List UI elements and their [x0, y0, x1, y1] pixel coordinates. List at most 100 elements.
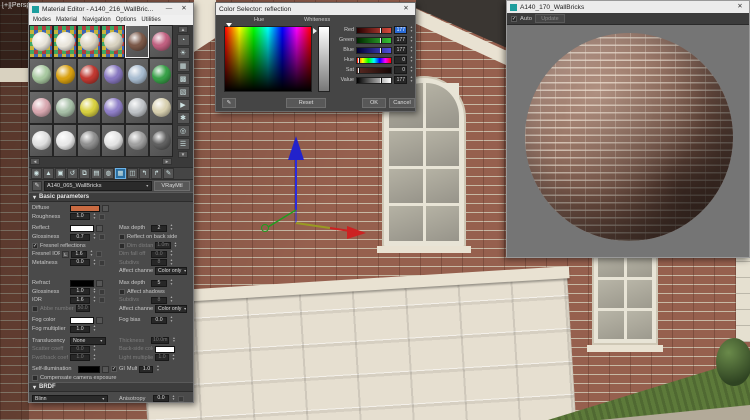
- make-material-copy-icon[interactable]: ⧉: [79, 168, 90, 179]
- dim-distance-field[interactable]: 1.0m: [155, 242, 171, 250]
- material-swatch[interactable]: [29, 91, 53, 124]
- scroll-up-icon[interactable]: ▲: [178, 26, 188, 33]
- fog-color-swatch[interactable]: [70, 316, 94, 324]
- reflect-glossiness-field[interactable]: 0.7: [70, 233, 90, 241]
- menu-options[interactable]: Options: [116, 17, 137, 23]
- scroll-left-icon[interactable]: ◄: [30, 157, 40, 165]
- ior-spinner[interactable]: ▲ ▼: [92, 295, 97, 304]
- hue-saturation-box[interactable]: [224, 26, 312, 92]
- reflect-map-button[interactable]: [96, 224, 103, 232]
- fog-multiplier-field[interactable]: 1.0: [70, 325, 90, 333]
- reflect-glossiness-map-button[interactable]: [99, 234, 105, 241]
- material-swatch[interactable]: [101, 25, 125, 58]
- material-swatch[interactable]: [77, 124, 101, 157]
- color-selector-titlebar[interactable]: Color Selector: reflection ✕: [216, 3, 415, 15]
- mult-field[interactable]: 1.0: [139, 365, 154, 373]
- red-value-field[interactable]: 177: [394, 26, 407, 34]
- abbe-number-field[interactable]: 50.0: [75, 305, 90, 313]
- dim-distance-checkbox[interactable]: [119, 242, 125, 249]
- material-swatch[interactable]: [101, 124, 125, 157]
- diffuse-color-swatch[interactable]: [70, 204, 100, 212]
- scroll-right-icon[interactable]: ►: [162, 157, 172, 165]
- material-name-dropdown[interactable]: A140_065_WallBricks ▼: [44, 181, 152, 191]
- scatter-coeff-spinner[interactable]: ▲ ▼: [92, 344, 97, 353]
- blue-value-field[interactable]: 177: [394, 46, 407, 54]
- ior-field[interactable]: 1.6: [70, 296, 90, 304]
- material-swatch[interactable]: [149, 91, 173, 124]
- video-color-check-icon[interactable]: ▧: [176, 86, 190, 98]
- metalness-field[interactable]: 0.0: [70, 259, 90, 267]
- material-swatch[interactable]: [101, 58, 125, 91]
- self-illumination-swatch[interactable]: [78, 365, 100, 373]
- dim-falloff-field[interactable]: 0.0: [151, 250, 167, 258]
- refract-max-depth-spinner[interactable]: ▲ ▼: [169, 278, 174, 287]
- material-swatch[interactable]: [149, 124, 173, 157]
- select-by-material-icon[interactable]: ◎: [176, 125, 190, 137]
- refract-glossiness-map-button[interactable]: [99, 288, 105, 295]
- put-to-library-icon[interactable]: ▤: [91, 168, 102, 179]
- rollout-brdf[interactable]: ▾ BRDF: [29, 382, 193, 393]
- fog-bias-field[interactable]: 0.0: [151, 316, 167, 324]
- reflect-back-side-checkbox[interactable]: [119, 234, 125, 241]
- metalness-spinner[interactable]: ▲ ▼: [92, 258, 97, 267]
- compensate-exposure-checkbox[interactable]: [32, 374, 38, 381]
- background-icon[interactable]: ▦: [176, 60, 190, 72]
- close-icon[interactable]: ✕: [734, 1, 746, 13]
- material-swatch[interactable]: [77, 91, 101, 124]
- roughness-map-button[interactable]: [99, 213, 105, 220]
- go-forward-to-sibling-icon[interactable]: ↱: [151, 168, 162, 179]
- abbe-number-checkbox[interactable]: [32, 305, 38, 312]
- close-button[interactable]: ✕: [178, 3, 190, 15]
- material-editor-titlebar[interactable]: Material Editor - A140_216_WallBric... —…: [29, 3, 193, 15]
- sample-type-icon[interactable]: ◔: [176, 34, 190, 46]
- blue-slider[interactable]: [356, 46, 392, 54]
- eyedropper-button[interactable]: ✎: [222, 98, 236, 108]
- sat-value-field[interactable]: 0: [394, 66, 407, 74]
- material-swatch[interactable]: [101, 91, 125, 124]
- refract-color-swatch[interactable]: [70, 279, 94, 287]
- thickness-spinner[interactable]: ▲ ▼: [171, 336, 176, 345]
- auto-update-checkbox[interactable]: ✓: [511, 15, 517, 22]
- move-gizmo[interactable]: [250, 128, 380, 243]
- brdf-type-dropdown[interactable]: Blinn ▼: [32, 394, 108, 402]
- anisotropy-field[interactable]: 0.0: [153, 395, 169, 402]
- whiteness-strip[interactable]: [318, 26, 330, 92]
- material-swatch[interactable]: [53, 25, 77, 58]
- value-spinner[interactable]: ▲ ▼: [409, 75, 414, 84]
- ior-map-button[interactable]: [99, 297, 105, 304]
- go-to-parent-icon[interactable]: ↰: [139, 168, 150, 179]
- viewport-label[interactable]: [+][Persp: [2, 2, 28, 9]
- refract-map-button[interactable]: [96, 279, 103, 287]
- refract-max-depth-field[interactable]: 5: [151, 279, 167, 287]
- red-slider[interactable]: [356, 26, 392, 34]
- options-icon[interactable]: ✱: [176, 112, 190, 124]
- light-multiplier-spinner[interactable]: ▲ ▼: [171, 353, 176, 362]
- show-shaded-material-in-viewport-icon[interactable]: ▦: [115, 168, 126, 179]
- sample-uv-tiling-icon[interactable]: ▩: [176, 73, 190, 85]
- fresnel-ior-map-button[interactable]: [96, 251, 102, 258]
- material-swatch[interactable]: [29, 58, 53, 91]
- hue-value-field[interactable]: 0: [394, 56, 407, 64]
- minimize-button[interactable]: —: [163, 3, 175, 15]
- scatter-coeff-field[interactable]: 0.0: [70, 345, 90, 353]
- sat-slider[interactable]: [356, 66, 392, 74]
- material-map-navigator-icon[interactable]: ☰: [176, 138, 190, 150]
- pick-material-eyedropper-icon[interactable]: ✎: [32, 181, 42, 191]
- refract-affect-channels-dropdown[interactable]: Color only ▼: [155, 304, 187, 313]
- scroll-down-icon[interactable]: ▼: [178, 151, 188, 158]
- menu-utilities[interactable]: Utilities: [141, 17, 160, 23]
- material-swatch[interactable]: [53, 58, 77, 91]
- material-swatch[interactable]: [149, 25, 173, 58]
- backlight-icon[interactable]: ☀: [176, 47, 190, 59]
- mult-spinner[interactable]: ▲ ▼: [155, 365, 160, 373]
- make-preview-icon[interactable]: ▶: [176, 99, 190, 111]
- reset-map-icon[interactable]: ↺: [67, 168, 78, 179]
- assign-material-to-selection-icon[interactable]: ▣: [55, 168, 66, 179]
- material-swatch[interactable]: [125, 25, 149, 58]
- diffuse-map-button[interactable]: [102, 204, 109, 212]
- material-swatch[interactable]: [77, 25, 101, 58]
- material-type-button[interactable]: VRayMtl: [154, 181, 190, 191]
- refract-subdivs-spinner[interactable]: ▲ ▼: [169, 295, 174, 304]
- rollout-basic-parameters[interactable]: ▾ Basic parameters: [29, 192, 193, 202]
- sat-spinner[interactable]: ▲ ▼: [409, 65, 414, 74]
